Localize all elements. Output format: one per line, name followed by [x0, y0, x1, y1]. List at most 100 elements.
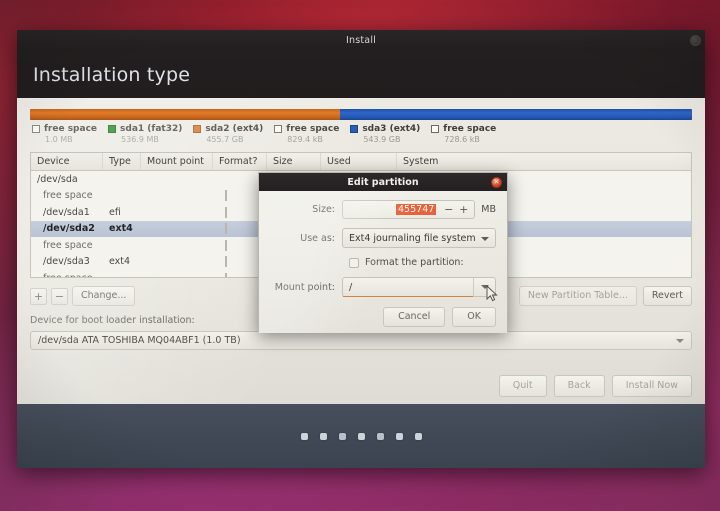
- chevron-down-icon: [676, 339, 684, 343]
- column-header-used[interactable]: Used: [321, 153, 397, 170]
- table-header-row: Device Type Mount point Format? Size Use…: [31, 153, 691, 171]
- boot-loader-device-value: /dev/sda ATA TOSHIBA MQ04ABF1 (1.0 TB): [38, 335, 241, 346]
- size-increment-button[interactable]: +: [456, 203, 471, 216]
- legend-item: free space 829.4 kB: [274, 124, 339, 144]
- progress-dot[interactable]: [338, 432, 346, 440]
- page-header: Installation type: [17, 51, 705, 98]
- partition-usage-bar: [30, 109, 692, 120]
- mount-point-focus-underline: [343, 296, 473, 297]
- dialog-titlebar: Edit partition ✕: [259, 173, 507, 191]
- change-partition-button[interactable]: Change...: [72, 286, 136, 306]
- edit-partition-dialog: Edit partition ✕ Size: 455747 − + MB Use…: [258, 172, 508, 333]
- column-header-system[interactable]: System: [397, 153, 691, 170]
- partition-legend: free space 1.0 MB sda1 (fat32) 536.9 MB …: [30, 124, 692, 144]
- mount-point-value: /: [349, 281, 353, 293]
- cell-device: /dev/sda2: [43, 223, 95, 235]
- size-spinner[interactable]: 455747 − +: [342, 200, 476, 219]
- column-header-device[interactable]: Device: [31, 153, 103, 170]
- revert-button[interactable]: Revert: [642, 286, 692, 306]
- cell-device: free space: [43, 239, 93, 251]
- format-checkbox[interactable]: [225, 223, 227, 235]
- legend-size: 1.0 MB: [45, 135, 73, 144]
- use-as-value: Ext4 journaling file system: [349, 232, 476, 244]
- legend-size: 536.9 MB: [121, 135, 159, 144]
- use-as-select[interactable]: Ext4 journaling file system: [342, 228, 496, 248]
- format-partition-checkbox[interactable]: [349, 257, 359, 268]
- use-as-row: Use as: Ext4 journaling file system: [270, 228, 496, 248]
- cell-device: /dev/sda3: [43, 256, 90, 268]
- mount-point-combobox[interactable]: /: [342, 277, 496, 297]
- cell-device: free space: [31, 273, 103, 277]
- legend-label: sda3 (ext4): [362, 124, 421, 134]
- size-label: Size:: [312, 204, 335, 215]
- cell-device: /dev/sda: [37, 173, 78, 185]
- quit-button[interactable]: Quit: [498, 375, 547, 397]
- dialog-actions: Cancel OK: [383, 307, 496, 327]
- legend-swatch-orange-icon: [193, 125, 202, 133]
- legend-item: sda2 (ext4) 455.7 GB: [193, 124, 263, 144]
- boot-loader-device-select[interactable]: /dev/sda ATA TOSHIBA MQ04ABF1 (1.0 TB): [30, 331, 692, 350]
- partition-segment-sda3[interactable]: [339, 109, 692, 120]
- legend-size: 543.9 GB: [363, 135, 401, 144]
- partition-segment-sda2[interactable]: [30, 109, 340, 120]
- ok-button[interactable]: OK: [452, 307, 496, 327]
- legend-label: free space: [44, 124, 98, 134]
- column-header-type[interactable]: Type: [103, 153, 141, 170]
- cell-type: efi: [109, 206, 121, 218]
- progress-dot[interactable]: [395, 432, 403, 440]
- size-decrement-button[interactable]: −: [441, 203, 456, 216]
- format-checkbox[interactable]: [225, 190, 227, 202]
- window-title: Install: [346, 35, 376, 46]
- size-input[interactable]: 455747: [343, 204, 441, 215]
- progress-dot[interactable]: [376, 432, 384, 440]
- cell-type: ext4: [109, 223, 133, 235]
- progress-dot[interactable]: [319, 432, 327, 440]
- back-button[interactable]: Back: [553, 375, 605, 397]
- new-partition-table-button[interactable]: New Partition Table...: [518, 286, 637, 306]
- legend-item: sda1 (fat32) 536.9 MB: [108, 124, 182, 144]
- mount-point-label: Mount point:: [274, 281, 335, 293]
- use-as-label: Use as:: [300, 232, 335, 244]
- chevron-down-icon: [481, 237, 489, 241]
- format-checkbox[interactable]: [225, 206, 227, 218]
- page-title: Installation type: [33, 63, 191, 86]
- format-checkbox[interactable]: [225, 239, 227, 251]
- progress-dot[interactable]: [357, 432, 365, 440]
- format-partition-label: Format the partition:: [365, 257, 464, 268]
- size-unit-label: MB: [481, 204, 496, 215]
- legend-item: free space 1.0 MB: [32, 124, 97, 144]
- mount-point-dropdown-button[interactable]: [473, 278, 495, 296]
- legend-swatch-free-icon: [274, 125, 283, 133]
- format-checkbox[interactable]: [225, 272, 227, 277]
- size-input-value: 455747: [396, 204, 437, 215]
- dialog-title: Edit partition: [347, 176, 419, 188]
- column-header-format[interactable]: Format?: [213, 153, 267, 170]
- wizard-actions: Quit Back Install Now: [498, 375, 692, 397]
- legend-label: sda2 (ext4): [205, 124, 264, 134]
- dialog-close-icon[interactable]: ✕: [491, 176, 502, 188]
- legend-size: 455.7 GB: [206, 135, 244, 144]
- legend-label: free space: [443, 124, 497, 134]
- install-now-button[interactable]: Install Now: [611, 375, 692, 397]
- remove-partition-button[interactable]: −: [51, 287, 68, 305]
- column-header-size[interactable]: Size: [267, 153, 321, 170]
- cancel-button[interactable]: Cancel: [383, 307, 446, 327]
- legend-item: free space 728.6 kB: [431, 124, 496, 144]
- legend-item: sda3 (ext4) 543.9 GB: [350, 124, 420, 144]
- column-header-mount-point[interactable]: Mount point: [141, 153, 213, 170]
- progress-dot[interactable]: [300, 432, 308, 440]
- add-partition-button[interactable]: +: [30, 287, 47, 305]
- cell-device: /dev/sda1: [43, 206, 90, 218]
- cell-type: ext4: [109, 256, 131, 268]
- format-partition-row[interactable]: Format the partition:: [349, 257, 496, 268]
- progress-dot[interactable]: [414, 432, 422, 440]
- legend-size: 829.4 kB: [287, 135, 323, 144]
- window-titlebar: Install: [17, 30, 705, 51]
- chevron-down-icon: [480, 285, 489, 289]
- legend-label: sda1 (fat32): [120, 124, 183, 134]
- window-close-icon[interactable]: [690, 35, 701, 46]
- legend-swatch-green-icon: [108, 125, 117, 133]
- format-checkbox[interactable]: [225, 256, 227, 268]
- legend-swatch-free-icon: [431, 125, 440, 133]
- slideshow-progress-dots: [17, 404, 705, 468]
